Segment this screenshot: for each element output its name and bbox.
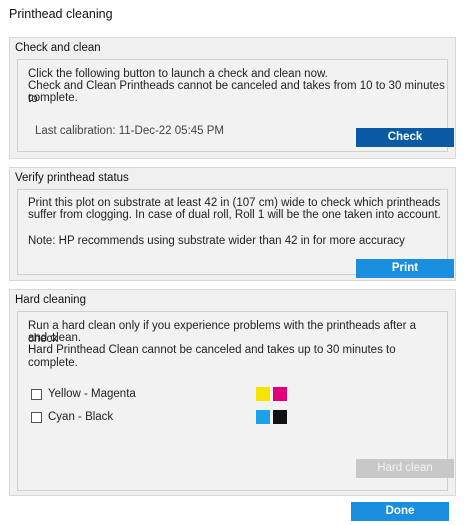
cyan-swatch bbox=[256, 410, 270, 424]
check-clean-panel: Check and clean Click the following butt… bbox=[9, 37, 456, 159]
verify-header: Verify printhead status bbox=[15, 172, 129, 184]
hard-cleaning-panel: Hard cleaning Run a hard clean only if y… bbox=[9, 289, 456, 496]
hard-cleaning-header: Hard cleaning bbox=[15, 294, 86, 306]
print-button[interactable]: Print bbox=[356, 259, 454, 278]
check-clean-text-3: complete. bbox=[28, 92, 78, 104]
verify-body: Print this plot on substrate at least 42… bbox=[17, 189, 454, 278]
verify-text-2: suffer from clogging. In case of dual ro… bbox=[28, 209, 441, 221]
black-swatch bbox=[273, 410, 287, 424]
yellow-magenta-label: Yellow - Magenta bbox=[48, 388, 136, 400]
option-yellow-magenta[interactable]: Yellow - Magenta bbox=[31, 387, 136, 401]
done-button[interactable]: Done bbox=[351, 502, 449, 521]
verify-note: Note: HP recommends using substrate wide… bbox=[28, 235, 405, 247]
hard-clean-button[interactable]: Hard clean bbox=[356, 459, 454, 478]
printhead-cleaning-dialog: Printhead cleaning Check and clean Click… bbox=[0, 0, 465, 525]
check-clean-text-2: Check and Clean Printheads cannot be can… bbox=[28, 80, 445, 105]
hard-text-3: Hard Printhead Clean cannot be canceled … bbox=[28, 344, 396, 369]
last-calibration: Last calibration: 11-Dec-22 05:45 PM bbox=[35, 125, 224, 137]
hard-text-1: Run a hard clean only if you experience … bbox=[28, 320, 417, 345]
option-cyan-black[interactable]: Cyan - Black bbox=[31, 410, 113, 424]
cyan-black-checkbox[interactable] bbox=[31, 411, 42, 423]
verify-panel: Verify printhead status Print this plot … bbox=[9, 167, 456, 281]
magenta-swatch bbox=[273, 387, 287, 401]
hard-cleaning-body: Run a hard clean only if you experience … bbox=[17, 311, 454, 491]
yellow-magenta-checkbox[interactable] bbox=[31, 388, 42, 400]
check-button[interactable]: Check bbox=[356, 128, 454, 147]
dialog-title: Printhead cleaning bbox=[9, 7, 113, 21]
check-clean-header: Check and clean bbox=[15, 42, 101, 54]
cyan-black-label: Cyan - Black bbox=[48, 411, 114, 423]
yellow-swatch bbox=[256, 387, 270, 401]
check-clean-body: Click the following button to launch a c… bbox=[17, 59, 454, 152]
